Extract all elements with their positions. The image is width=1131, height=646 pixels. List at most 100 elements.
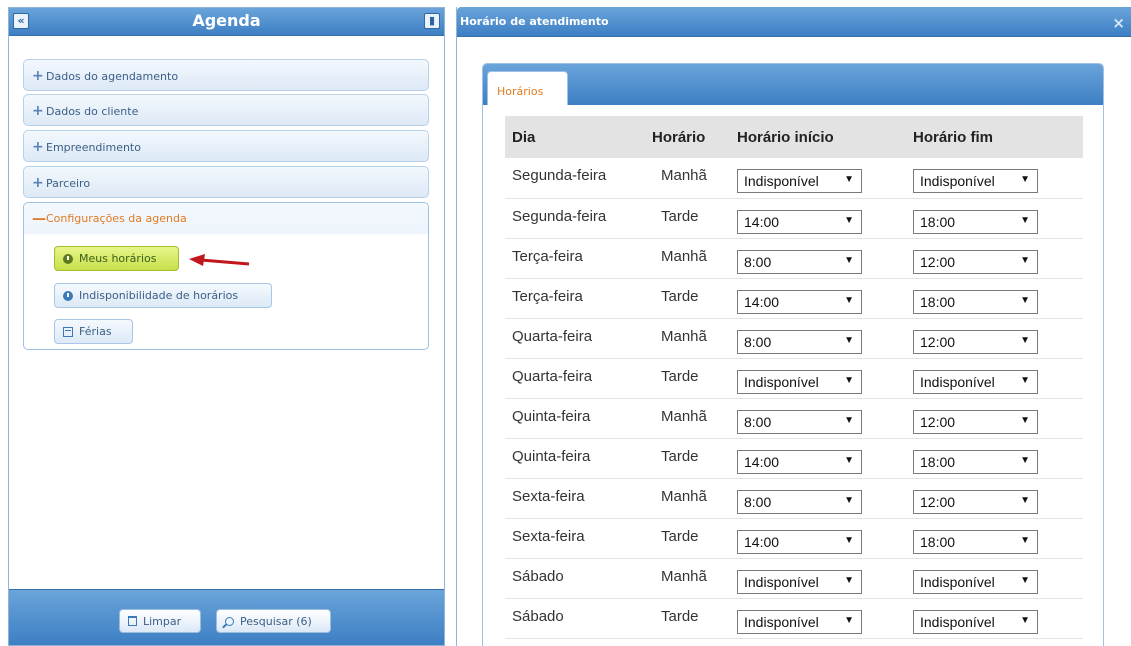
accordion-header[interactable]: + Dados do agendamento <box>24 60 428 92</box>
dia-cell: Sexta-feira <box>505 478 647 519</box>
ferias-button[interactable]: Férias <box>54 319 133 344</box>
chevron-down-icon: ▼ <box>844 374 854 386</box>
chevron-down-icon: ▼ <box>844 294 854 306</box>
accordion-dados-cliente[interactable]: + Dados do cliente <box>23 94 429 126</box>
dia-cell: Quarta-feira <box>505 358 647 399</box>
meus-horarios-button[interactable]: Meus horários <box>54 246 179 271</box>
horario-inicio-select[interactable]: Indisponível ▼ <box>737 609 862 634</box>
accordion-dados-agendamento[interactable]: + Dados do agendamento <box>23 59 429 91</box>
horario-inicio-cell: 8:00 ▼ <box>727 318 903 359</box>
table-header-row: Dia Horário Horário início Horário fim <box>505 116 1083 158</box>
horario-inicio-select[interactable]: 14:00 ▼ <box>737 209 862 234</box>
horario-fim-select[interactable]: Indisponível ▼ <box>913 169 1038 193</box>
select-value: 8:00 <box>744 333 772 350</box>
chevron-down-icon: ▼ <box>844 534 854 546</box>
dia-cell: Quinta-feira <box>505 398 647 439</box>
horario-cell: Tarde <box>647 518 727 559</box>
horario-fim-select[interactable]: Indisponível ▼ <box>913 609 1038 634</box>
panel-title: Horário de atendimento <box>460 15 609 28</box>
horario-inicio-select[interactable]: 14:00 ▼ <box>737 529 862 554</box>
table-row: Sexta-feira Tarde 14:00 ▼ 18:00 ▼ <box>505 518 1083 559</box>
limpar-button[interactable]: Limpar <box>119 609 201 633</box>
column-header-inicio: Horário início <box>727 116 903 158</box>
horario-fim-select[interactable]: 18:00 ▼ <box>913 529 1038 554</box>
chevron-down-icon: ▼ <box>1020 454 1030 466</box>
horario-fim-select[interactable]: 12:00 ▼ <box>913 249 1038 274</box>
horario-fim-cell: 18:00 ▼ <box>903 198 1083 239</box>
column-header-horario: Horário <box>647 116 727 158</box>
tab-horarios[interactable]: Horários <box>487 71 568 105</box>
select-value: Indisponível <box>920 613 995 630</box>
select-value: 8:00 <box>744 493 772 510</box>
horario-inicio-cell: Indisponível ▼ <box>727 558 903 599</box>
horario-fim-select[interactable]: 18:00 ▼ <box>913 449 1038 474</box>
select-value: 12:00 <box>920 493 956 510</box>
schedule-table: Dia Horário Horário início Horário fim S… <box>505 116 1083 639</box>
chevron-down-icon: ▼ <box>844 334 854 346</box>
minus-icon: — <box>32 210 46 227</box>
search-icon <box>225 616 234 626</box>
horario-inicio-select[interactable]: 14:00 ▼ <box>737 289 862 314</box>
chevron-down-icon: ▼ <box>1020 494 1030 506</box>
table-row: Sexta-feira Manhã 8:00 ▼ 12:00 ▼ <box>505 478 1083 519</box>
accordion-parceiro[interactable]: + Parceiro <box>23 166 429 198</box>
clock-icon <box>63 290 73 301</box>
dia-cell: Sábado <box>505 598 647 639</box>
horario-fim-select[interactable]: 12:00 ▼ <box>913 329 1038 354</box>
select-value: 18:00 <box>920 213 956 230</box>
table-row: Terça-feira Tarde 14:00 ▼ 18:00 ▼ <box>505 278 1083 319</box>
chevron-down-icon: ▼ <box>1020 414 1030 426</box>
horario-fim-select[interactable]: 12:00 ▼ <box>913 489 1038 514</box>
select-value: 8:00 <box>744 253 772 270</box>
select-value: 18:00 <box>920 533 956 550</box>
accordion-label: Empreendimento <box>46 140 141 154</box>
chevron-down-icon: ▼ <box>844 174 854 185</box>
select-value: 12:00 <box>920 253 956 270</box>
plus-icon: + <box>32 103 44 119</box>
horario-inicio-select[interactable]: 8:00 ▼ <box>737 489 862 514</box>
horario-fim-cell: 12:00 ▼ <box>903 398 1083 439</box>
panel-header: Horário de atendimento × <box>457 7 1131 37</box>
horario-inicio-cell: 14:00 ▼ <box>727 438 903 479</box>
accordion-label: Parceiro <box>46 176 91 190</box>
chevron-down-icon: ▼ <box>844 254 854 266</box>
chevron-down-icon: ▼ <box>844 494 854 506</box>
accordion-header[interactable]: + Parceiro <box>24 167 428 199</box>
accordion-header[interactable]: + Dados do cliente <box>24 95 428 127</box>
close-icon[interactable]: × <box>1112 14 1125 32</box>
horario-atendimento-panel: Horário de atendimento × Horários Dia Ho… <box>456 7 1131 646</box>
accordion-empreendimento[interactable]: + Empreendimento <box>23 130 429 162</box>
button-label: Pesquisar (6) <box>240 614 312 628</box>
horario-fim-select[interactable]: 18:00 ▼ <box>913 289 1038 314</box>
horario-inicio-select[interactable]: 8:00 ▼ <box>737 329 862 354</box>
horario-fim-select[interactable]: 18:00 ▼ <box>913 209 1038 234</box>
column-header-dia: Dia <box>505 116 647 158</box>
indisponibilidade-button[interactable]: Indisponibilidade de horários <box>54 283 272 308</box>
pesquisar-button[interactable]: Pesquisar (6) <box>216 609 331 633</box>
select-value: 8:00 <box>744 413 772 430</box>
horario-fim-select[interactable]: Indisponível ▼ <box>913 569 1038 594</box>
horario-inicio-select[interactable]: Indisponível ▼ <box>737 169 862 193</box>
chevron-down-icon: ▼ <box>1020 574 1030 586</box>
accordion-header[interactable]: — Configurações da agenda <box>24 203 428 234</box>
horario-cell: Tarde <box>647 278 727 319</box>
accordion-header[interactable]: + Empreendimento <box>24 131 428 163</box>
horario-fim-cell: Indisponível ▼ <box>903 358 1083 399</box>
dia-cell: Segunda-feira <box>505 158 647 199</box>
horario-fim-cell: 18:00 ▼ <box>903 518 1083 559</box>
horario-inicio-select[interactable]: 14:00 ▼ <box>737 449 862 474</box>
chevron-down-icon: ▼ <box>1020 374 1030 386</box>
horario-inicio-cell: Indisponível ▼ <box>727 158 903 199</box>
horario-fim-select[interactable]: Indisponível ▼ <box>913 369 1038 394</box>
table-row: Quinta-feira Manhã 8:00 ▼ 12:00 ▼ <box>505 398 1083 439</box>
horario-inicio-select[interactable]: 8:00 ▼ <box>737 249 862 274</box>
horario-inicio-select[interactable]: 8:00 ▼ <box>737 409 862 434</box>
horario-fim-select[interactable]: 12:00 ▼ <box>913 409 1038 434</box>
pin-icon[interactable]: ▮ <box>424 13 440 29</box>
horario-cell: Manhã <box>647 398 727 439</box>
accordion-label: Dados do agendamento <box>46 69 179 83</box>
horario-inicio-select[interactable]: Indisponível ▼ <box>737 569 862 594</box>
horario-inicio-select[interactable]: Indisponível ▼ <box>737 369 862 394</box>
clock-icon <box>63 253 73 264</box>
dia-cell: Terça-feira <box>505 238 647 279</box>
